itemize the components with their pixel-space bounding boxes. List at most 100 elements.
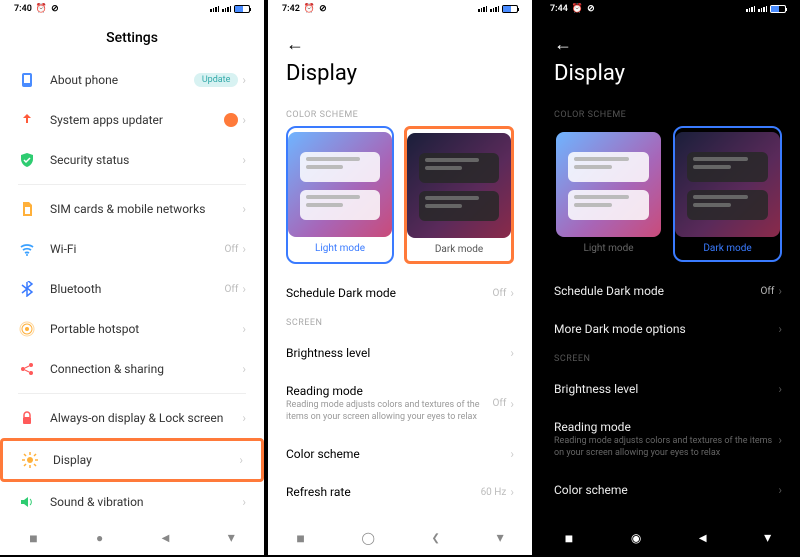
light-thumbnail bbox=[556, 132, 661, 237]
dark-thumbnail bbox=[675, 132, 780, 237]
settings-row-about-phone[interactable]: About phoneUpdate› bbox=[0, 60, 264, 100]
display-row-schedule-dark-mode[interactable]: Schedule Dark modeOff› bbox=[268, 274, 532, 312]
row-label: Reading mode bbox=[554, 420, 778, 434]
status-bar: 7:40⏰⊘ bbox=[0, 0, 264, 18]
status-bar: 7:42⏰⊘ bbox=[268, 0, 532, 18]
section-color-scheme: COLOR SCHEME bbox=[536, 104, 800, 126]
display-row-color-scheme[interactable]: Color scheme› bbox=[268, 435, 532, 473]
row-label: Always-on display & Lock screen bbox=[50, 411, 242, 425]
scheme-dark[interactable]: Dark mode bbox=[673, 126, 782, 262]
nav-more[interactable]: ▾ bbox=[228, 530, 235, 546]
display-row-reading-mode[interactable]: Reading mode Reading mode adjusts colors … bbox=[536, 408, 800, 471]
nav-recent[interactable]: ■ bbox=[565, 530, 573, 547]
row-label: Display bbox=[53, 453, 239, 467]
scheme-light-label: Light mode bbox=[556, 243, 661, 254]
row-value: Off bbox=[493, 288, 507, 299]
settings-row-portable-hotspot[interactable]: Portable hotspot› bbox=[0, 309, 264, 349]
chevron-right-icon: › bbox=[242, 322, 246, 336]
chevron-right-icon: › bbox=[510, 485, 514, 499]
chevron-right-icon: › bbox=[778, 382, 782, 396]
divider bbox=[18, 184, 246, 185]
row-label: System apps updater bbox=[50, 113, 224, 127]
back-button[interactable]: ← bbox=[268, 18, 532, 55]
color-scheme-row: Light mode Dark mode bbox=[536, 126, 800, 272]
chevron-right-icon: › bbox=[242, 73, 246, 87]
section-screen: SCREEN bbox=[268, 312, 532, 334]
shield-icon bbox=[18, 151, 36, 169]
phone-display-light: 7:42⏰⊘ ← Display COLOR SCHEME Light mode… bbox=[268, 0, 532, 555]
signal-icon-2 bbox=[758, 6, 767, 12]
settings-row-system-apps-updater[interactable]: System apps updater › bbox=[0, 100, 264, 140]
chevron-right-icon: › bbox=[242, 153, 246, 167]
settings-row-security-status[interactable]: Security status› bbox=[0, 140, 264, 180]
chevron-right-icon: › bbox=[778, 433, 782, 447]
dnd-icon: ⊘ bbox=[587, 4, 595, 14]
section-screen: SCREEN bbox=[536, 348, 800, 370]
nav-more[interactable]: ▾ bbox=[764, 530, 771, 546]
display-row-schedule-dark-mode[interactable]: Schedule Dark modeOff› bbox=[536, 272, 800, 310]
color-scheme-row: Light mode Dark mode bbox=[268, 126, 532, 274]
row-label: Schedule Dark mode bbox=[286, 286, 493, 300]
row-label: Wi-Fi bbox=[50, 242, 225, 256]
scheme-dark-label: Dark mode bbox=[675, 243, 780, 254]
display-row-color-scheme[interactable]: Color scheme› bbox=[536, 471, 800, 509]
nav-back[interactable]: ◀ bbox=[699, 533, 707, 544]
nav-bar: ■ ● ◀ ▾ bbox=[0, 521, 264, 555]
display-row-brightness-level[interactable]: Brightness level› bbox=[536, 370, 800, 408]
display-row-reading-mode[interactable]: Reading modeReading mode adjusts colors … bbox=[268, 372, 532, 435]
nav-home[interactable]: ● bbox=[96, 531, 103, 545]
dnd-icon: ⊘ bbox=[51, 4, 59, 14]
scheme-light[interactable]: Light mode bbox=[286, 126, 394, 264]
nav-back[interactable]: ◀ bbox=[162, 533, 170, 544]
nav-back[interactable]: ❮ bbox=[432, 533, 440, 544]
row-value: 60 Hz bbox=[481, 487, 507, 498]
chevron-right-icon: › bbox=[510, 397, 514, 411]
nav-home[interactable]: ◉ bbox=[631, 531, 641, 545]
page-title: Settings bbox=[0, 18, 264, 60]
sim-icon bbox=[18, 200, 36, 218]
phone-display-dark: 7:44⏰⊘ ← Display COLOR SCHEME Light mode… bbox=[536, 0, 800, 555]
display-row-brightness-level[interactable]: Brightness level› bbox=[268, 334, 532, 372]
settings-row-always-on-display-lock-screen[interactable]: Always-on display & Lock screen› bbox=[0, 398, 264, 438]
settings-row-sound-vibration[interactable]: Sound & vibration› bbox=[0, 482, 264, 522]
battery-icon bbox=[234, 5, 250, 13]
settings-row-connection-sharing[interactable]: Connection & sharing› bbox=[0, 349, 264, 389]
settings-row-display[interactable]: Display› bbox=[0, 438, 264, 482]
chevron-right-icon: › bbox=[242, 202, 246, 216]
chevron-right-icon: › bbox=[510, 346, 514, 360]
row-label: Sound & vibration bbox=[50, 495, 242, 509]
row-label: Color scheme bbox=[286, 447, 510, 461]
settings-row-sim-cards-mobile-networks[interactable]: SIM cards & mobile networks› bbox=[0, 189, 264, 229]
display-row-refresh-rate[interactable]: Refresh rate60 Hz› bbox=[268, 473, 532, 511]
row-label: Schedule Dark mode bbox=[554, 284, 761, 298]
back-button[interactable]: ← bbox=[536, 18, 800, 55]
chevron-right-icon: › bbox=[242, 113, 246, 127]
nav-bar: ■ ◯ ❮ ▾ bbox=[268, 521, 532, 555]
chevron-right-icon: › bbox=[242, 495, 246, 509]
page-title: Display bbox=[268, 55, 532, 104]
bluetooth-icon bbox=[18, 280, 36, 298]
row-sublabel: Reading mode adjusts colors and textures… bbox=[554, 436, 778, 459]
scheme-light[interactable]: Light mode bbox=[554, 126, 663, 262]
nav-recent[interactable]: ■ bbox=[29, 530, 37, 547]
display-row-more-dark-mode-options[interactable]: More Dark mode options› bbox=[536, 310, 800, 348]
phone-settings: 7:40⏰⊘ Settings About phoneUpdate›System… bbox=[0, 0, 264, 555]
update-badge: Update bbox=[194, 73, 239, 87]
scheme-dark[interactable]: Dark mode bbox=[404, 126, 514, 264]
row-label: Refresh rate bbox=[286, 485, 481, 499]
nav-home[interactable]: ◯ bbox=[361, 531, 374, 545]
battery-icon bbox=[502, 5, 518, 13]
upload-icon bbox=[18, 111, 36, 129]
chevron-right-icon: › bbox=[242, 362, 246, 376]
settings-row-bluetooth[interactable]: BluetoothOff› bbox=[0, 269, 264, 309]
nav-recent[interactable]: ■ bbox=[296, 530, 304, 547]
status-time: 7:44 bbox=[550, 4, 568, 14]
signal-icon bbox=[746, 6, 755, 12]
chevron-right-icon: › bbox=[778, 483, 782, 497]
settings-row-wi-fi[interactable]: Wi-FiOff› bbox=[0, 229, 264, 269]
chevron-right-icon: › bbox=[510, 286, 514, 300]
nav-more[interactable]: ▾ bbox=[497, 530, 504, 546]
row-value: Off bbox=[493, 398, 507, 409]
status-time: 7:40 bbox=[14, 4, 32, 14]
row-value: Off bbox=[225, 284, 239, 295]
